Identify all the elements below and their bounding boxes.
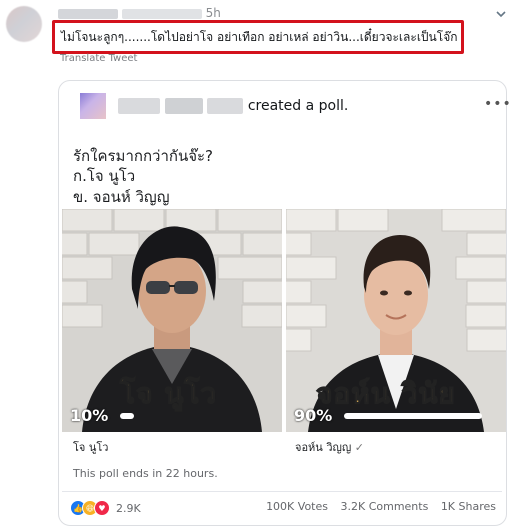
post-stats: 100K Votes 3.2K Comments 1K Shares xyxy=(257,500,496,513)
poll-header: created a poll. xyxy=(80,92,348,120)
reaction-count: 2.9K xyxy=(116,501,141,515)
option-1-percent: 10% xyxy=(70,406,109,425)
blurred-username xyxy=(58,8,118,19)
blurred-page-name xyxy=(118,98,161,114)
blurred-handle xyxy=(121,8,202,19)
tweet-header: 5h xyxy=(58,6,221,20)
option-1-progress-bar xyxy=(120,413,134,419)
shares-count[interactable]: 1K Shares xyxy=(441,500,496,513)
option-2-progress-bar xyxy=(344,413,482,419)
option-1-label[interactable]: โจ นูโว xyxy=(73,438,108,456)
tweet-text-highlight: ไม่โจนะลูกๆ.......โดไปอย่าโจ อย่าเทือก อ… xyxy=(52,20,464,54)
poll-ends-text: This poll ends in 22 hours. xyxy=(73,467,218,480)
votes-count[interactable]: 100K Votes xyxy=(266,500,328,513)
check-icon: ✓ xyxy=(354,441,364,454)
reactions[interactable]: 👍 😆 ♥ 2.9K xyxy=(70,499,141,517)
option-2-label-wrap[interactable]: จอห์น วิญญ ✓ xyxy=(295,438,364,456)
love-reaction-icon: ♥ xyxy=(94,500,110,516)
more-options-icon[interactable]: ••• xyxy=(484,96,512,112)
photo-caption-1: โจ นูโว xyxy=(119,376,218,410)
blurred-page-name-2 xyxy=(164,98,203,114)
poll-option-image-1[interactable]: โจ นูโว 10% xyxy=(62,209,282,432)
page-avatar[interactable] xyxy=(80,93,106,119)
poll-option-image-2[interactable]: จอห์น วินัย 90% xyxy=(286,209,506,432)
divider xyxy=(62,491,502,492)
option-2-percent: 90% xyxy=(294,406,333,425)
translate-tweet-link[interactable]: Translate Tweet xyxy=(60,53,137,64)
poll-action-text: created a poll. xyxy=(247,98,349,114)
option-2-label: จอห์น วิญญ xyxy=(295,441,352,454)
chevron-down-icon[interactable] xyxy=(494,7,508,21)
blurred-page-name-3 xyxy=(207,98,244,114)
avatar[interactable] xyxy=(6,6,42,42)
comments-count[interactable]: 3.2K Comments xyxy=(340,500,428,513)
tweet-text: ไม่โจนะลูกๆ.......โดไปอย่าโจ อย่าเทือก อ… xyxy=(61,30,458,44)
photo-caption-2: จอห์น วินัย xyxy=(315,376,456,410)
poll-option-b-text: ข. จอนห์ วิญญ xyxy=(73,188,170,206)
tweet-time: 5h xyxy=(205,6,221,20)
